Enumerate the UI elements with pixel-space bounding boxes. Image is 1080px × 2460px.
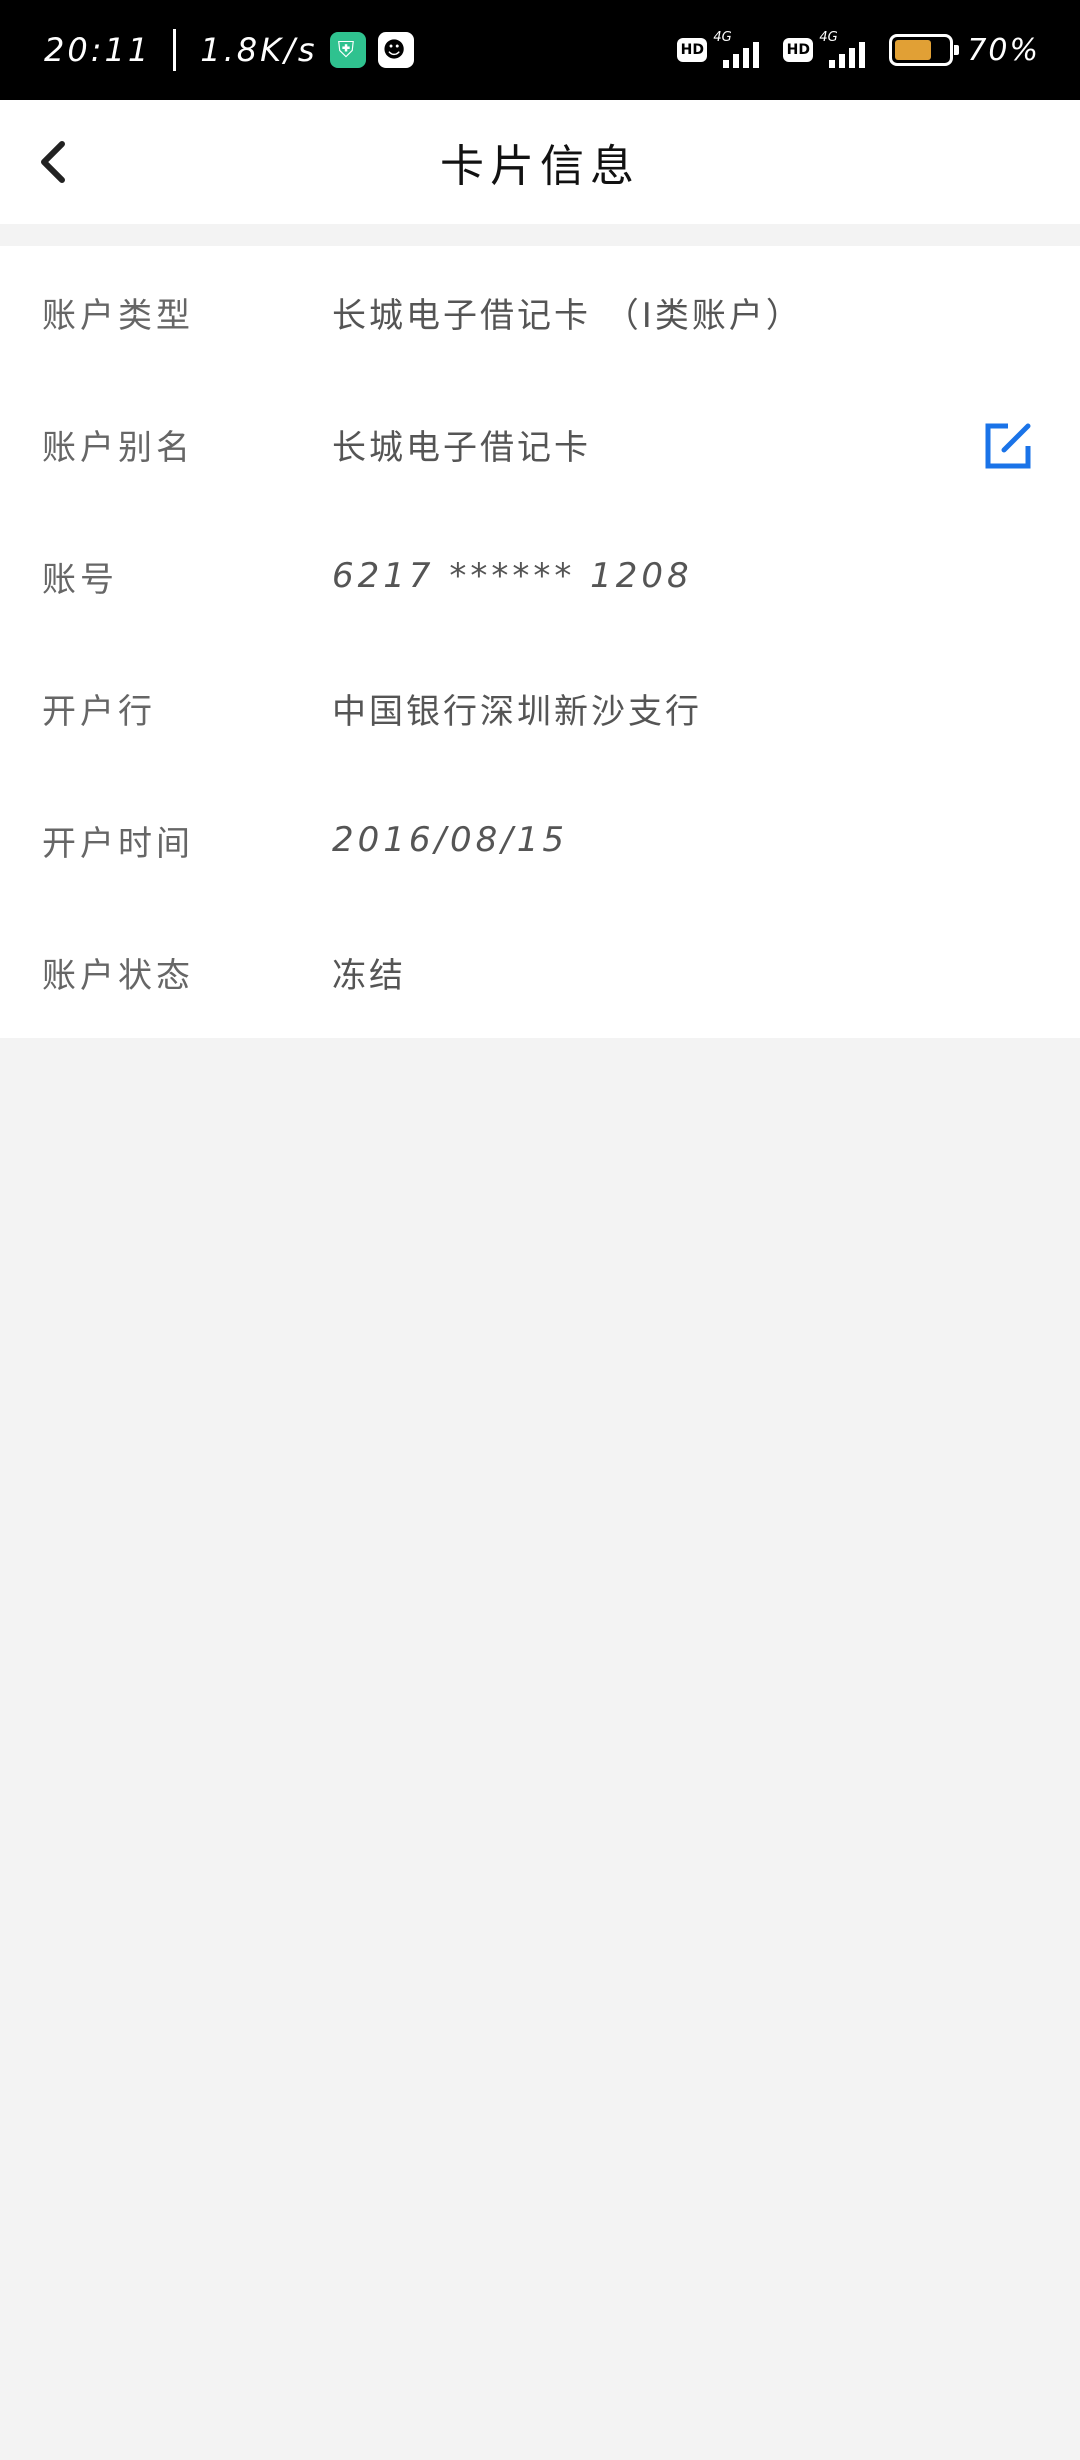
shield-app-icon: ⛨ [329,32,366,68]
opening-bank-value: 中国银行深圳新沙支行 [332,691,702,732]
status-bar: 20:11 1.8K/s ⛨ ☻ HD 4G HD 4G 70% [0,0,1080,100]
account-number-label: 账号 [42,559,118,600]
row-account-number: 账号 6217 ****** 1208 [0,510,1080,642]
status-net-speed: 1.8K/s [200,31,318,69]
signal-icon-2: 4G [819,30,871,70]
account-type-value: 长城电子借记卡 （I类账户） [332,295,803,336]
row-opening-date: 开户时间 2016/08/15 [0,774,1080,906]
status-right: HD 4G HD 4G 70% [677,0,1040,100]
account-alias-value: 长城电子借记卡 [332,427,591,468]
status-divider [173,29,177,71]
page-title: 卡片信息 [440,141,640,192]
battery-level [895,40,932,60]
opening-date-label: 开户时间 [42,823,194,864]
hd-badge-2: HD [783,38,814,62]
nav-bar: 卡片信息 [0,100,1080,224]
signal-icon-1: 4G [713,30,765,70]
edit-icon [985,423,1031,469]
edit-alias-button[interactable] [982,420,1034,472]
opening-bank-label: 开户行 [42,691,156,732]
card-info-list: 账户类型 长城电子借记卡 （I类账户） 账户别名 长城电子借记卡 账号 6217… [0,246,1080,1038]
status-time: 20:11 [44,31,152,69]
row-account-alias: 账户别名 长城电子借记卡 [0,378,1080,510]
qq-app-icon: ☻ [377,32,414,68]
account-alias-label: 账户别名 [42,427,194,468]
hd-badge-1: HD [677,38,708,62]
row-opening-bank: 开户行 中国银行深圳新沙支行 [0,642,1080,774]
battery-percent: 70% [967,32,1040,68]
row-account-type: 账户类型 长城电子借记卡 （I类账户） [0,246,1080,378]
battery-icon [889,34,960,66]
status-left: 20:11 1.8K/s ⛨ ☻ [44,0,414,100]
row-account-status: 账户状态 冻结 [0,906,1080,1038]
account-status-value: 冻结 [332,955,406,996]
account-number-value: 6217 ****** 1208 [332,556,693,596]
account-type-label: 账户类型 [42,295,194,336]
opening-date-value: 2016/08/15 [332,820,568,860]
account-status-label: 账户状态 [42,955,194,996]
